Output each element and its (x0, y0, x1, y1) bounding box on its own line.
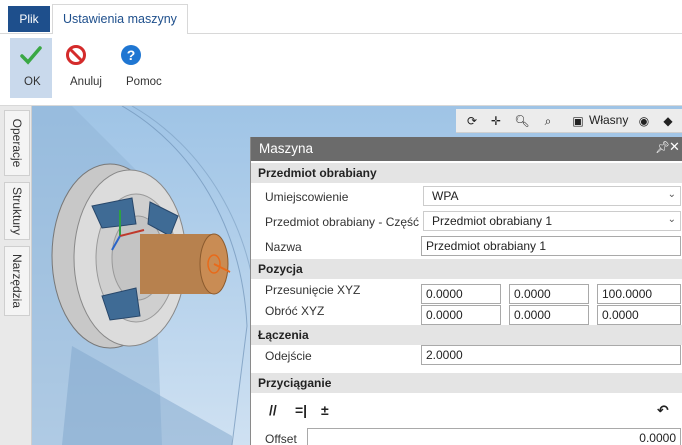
help-icon: ? (121, 45, 141, 65)
cancel-button-label: Anuluj (70, 76, 102, 88)
view-preset-label[interactable]: Własny (589, 113, 628, 127)
side-tab-operations[interactable]: Operacje (4, 110, 30, 176)
side-tab-bar: Operacje Struktury Narzędzia (0, 106, 32, 445)
panel-title-bar: Maszyna 📌︎ ✕ (251, 137, 682, 161)
section-position[interactable]: Pozycja (251, 259, 682, 279)
rotate-xyz-label: Obróć XYZ (265, 304, 325, 318)
name-label: Nazwa (265, 240, 302, 254)
chevron-down-icon: ⌄ (667, 214, 676, 225)
svg-text:?: ? (127, 47, 136, 63)
workpiece-part-select[interactable]: Przedmiot obrabiany 1 ⌄ (423, 211, 681, 231)
snap-offset-label: Offset (265, 432, 297, 445)
panel-title: Maszyna (259, 141, 314, 156)
side-tab-operations-label: Operacje (10, 118, 24, 168)
rotate-z-field[interactable]: 0.0000 (597, 305, 681, 325)
file-tab[interactable]: Plik (8, 6, 50, 32)
offset-xyz-label: Przesunięcie XYZ (265, 283, 361, 297)
cancel-button[interactable]: Anuluj (56, 38, 102, 98)
eye-icon[interactable]: ◉ (636, 113, 652, 129)
workpiece-part-label: Przedmiot obrabiany - Część (265, 215, 420, 229)
distance-label: Odejście (265, 349, 312, 363)
zoom-icon[interactable]: 🔍︎ (514, 113, 530, 129)
ok-button-label: OK (24, 76, 41, 88)
view-toolbar: ⟳ ✛ 🔍︎ ⌕ ▣ Własny ◉ ◆ (456, 109, 682, 133)
section-workpiece[interactable]: Przedmiot obrabiany (251, 163, 682, 183)
section-snapping[interactable]: Przyciąganie (251, 373, 682, 393)
center-snap-icon[interactable]: ± (321, 402, 329, 418)
help-button[interactable]: ? Pomoc (112, 38, 162, 98)
rotate-icon[interactable]: ⟳ (464, 113, 480, 129)
side-tab-structures[interactable]: Struktury (4, 182, 30, 240)
name-field[interactable]: Przedmiot obrabiany 1 (421, 236, 681, 256)
offset-y-field[interactable]: 0.0000 (509, 284, 589, 304)
snap-offset-field[interactable]: 0.0000 (307, 428, 681, 445)
ribbon: OK Anuluj ? Pomoc (0, 34, 682, 106)
machine-panel: Maszyna 📌︎ ✕ Przedmiot obrabiany Umiejsc… (250, 137, 682, 445)
side-tab-structures-label: Struktury (10, 186, 24, 236)
ok-button[interactable]: OK (10, 38, 52, 98)
rotate-y-field[interactable]: 0.0000 (509, 305, 589, 325)
pan-icon[interactable]: ✛ (488, 113, 504, 129)
side-tab-tools[interactable]: Narzędzia (4, 246, 30, 316)
section-connections[interactable]: Łączenia (251, 325, 682, 345)
distance-field[interactable]: 2.0000 (421, 345, 681, 365)
view-preset-icon[interactable]: ▣ (570, 113, 586, 129)
location-value: WPA (432, 189, 459, 203)
pin-icon[interactable]: 📌︎ (655, 140, 670, 154)
offset-x-field[interactable]: 0.0000 (421, 284, 501, 304)
checkmark-icon (20, 46, 42, 65)
rotate-x-field[interactable]: 0.0000 (421, 305, 501, 325)
chevron-down-icon: ⌄ (667, 189, 676, 200)
prohibited-icon (66, 45, 86, 65)
help-button-label: Pomoc (126, 76, 162, 88)
location-label: Umiejscowienie (265, 190, 349, 204)
ribbon-tab-bar: Plik Ustawienia maszyny (0, 0, 682, 35)
parallel-snap-icon[interactable]: // (269, 402, 277, 418)
undo-icon[interactable]: ↶ (657, 402, 669, 419)
align-snap-icon[interactable]: =| (295, 402, 307, 418)
close-icon[interactable]: ✕ (669, 139, 680, 155)
zoom-window-icon[interactable]: ⌕ (540, 113, 556, 129)
side-tab-tools-label: Narzędzia (10, 253, 24, 309)
workpiece-part-value: Przedmiot obrabiany 1 (432, 214, 553, 228)
location-select[interactable]: WPA ⌄ (423, 186, 681, 206)
tab-machine-settings[interactable]: Ustawienia maszyny (52, 4, 188, 35)
render-icon[interactable]: ◆ (660, 113, 676, 129)
offset-z-field[interactable]: 100.0000 (597, 284, 681, 304)
